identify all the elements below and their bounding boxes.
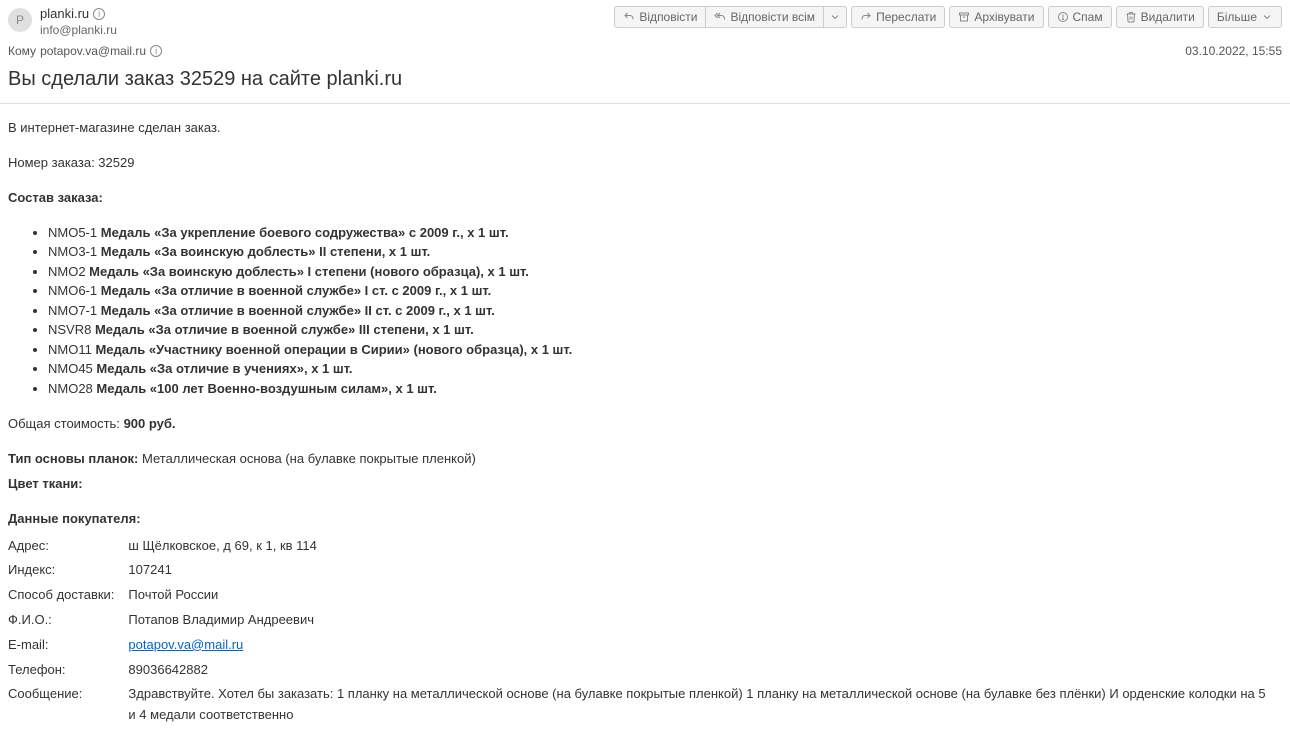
list-item: NMO5-1 Медаль «За укрепление боевого сод… [48, 223, 1282, 243]
spam-button[interactable]: Спам [1048, 6, 1112, 28]
order-number: Номер заказа: 32529 [8, 153, 1282, 174]
buyer-row-fio: Ф.И.О.: Потапов Владимир Андреевич [8, 608, 1282, 633]
email-datetime: 03.10.2022, 15:55 [1185, 44, 1282, 58]
forward-icon [860, 11, 872, 23]
buyer-table: Адрес: ш Щёлковское, д 69, к 1, кв 114 И… [8, 534, 1282, 728]
total-line: Общая стоимость: 900 руб. [8, 414, 1282, 435]
chevron-down-icon [1261, 11, 1273, 23]
fabric-line: Цвет ткани: [8, 474, 1282, 495]
archive-button[interactable]: Архівувати [949, 6, 1043, 28]
base-type-line: Тип основы планок: Металлическая основа … [8, 449, 1282, 470]
buyer-row-index: Индекс: 107241 [8, 558, 1282, 583]
list-item: NMO3-1 Медаль «За воинскую доблесть» II … [48, 242, 1282, 262]
list-item: NMO11 Медаль «Участнику военной операции… [48, 340, 1282, 360]
forward-button[interactable]: Переслати [851, 6, 945, 28]
reply-all-icon [714, 11, 726, 23]
archive-icon [958, 11, 970, 23]
meta-row: Кому potapov.va@mail.ru i 03.10.2022, 15… [0, 42, 1290, 64]
sender-name: planki.ru i [40, 6, 105, 23]
buyer-email-link[interactable]: potapov.va@mail.ru [128, 637, 243, 652]
list-item: NMO28 Медаль «100 лет Военно-воздушным с… [48, 379, 1282, 399]
buyer-row-message: Сообщение: Здравствуйте. Хотел бы заказа… [8, 682, 1282, 728]
list-item: NMO6-1 Медаль «За отличие в военной служ… [48, 281, 1282, 301]
to-email: potapov.va@mail.ru [40, 44, 146, 58]
buyer-row-address: Адрес: ш Щёлковское, д 69, к 1, кв 114 [8, 534, 1282, 559]
buyer-row-email: E-mail: potapov.va@mail.ru [8, 633, 1282, 658]
order-list: NMO5-1 Медаль «За укрепление боевого сод… [8, 223, 1282, 399]
reply-all-button[interactable]: Відповісти всім [705, 6, 824, 28]
reply-button[interactable]: Відповісти [614, 6, 706, 28]
chevron-down-icon [829, 11, 841, 23]
info-icon[interactable]: i [150, 45, 162, 57]
buyer-row-phone: Телефон: 89036642882 [8, 658, 1282, 683]
trash-icon [1125, 11, 1137, 23]
email-header: P planki.ru i info@planki.ru Відповісти … [0, 0, 1290, 42]
delete-button[interactable]: Видалити [1116, 6, 1204, 28]
composition-label: Состав заказа: [8, 188, 1282, 209]
sender-email: info@planki.ru [40, 23, 117, 39]
reply-dropdown-button[interactable] [823, 6, 847, 28]
info-icon[interactable]: i [93, 8, 105, 20]
buyer-title: Данные покупателя: [8, 509, 1282, 530]
list-item: NMO7-1 Медаль «За отличие в военной служ… [48, 301, 1282, 321]
to-label: Кому [8, 44, 36, 58]
list-item: NMO2 Медаль «За воинскую доблесть» I сте… [48, 262, 1282, 282]
buyer-row-delivery: Способ доставки: Почтой России [8, 583, 1282, 608]
email-body: В интернет-магазине сделан заказ. Номер … [0, 104, 1290, 735]
spam-icon [1057, 11, 1069, 23]
list-item: NSVR8 Медаль «За отличие в военной служб… [48, 320, 1282, 340]
more-button[interactable]: Більше [1208, 6, 1282, 28]
email-subject: Вы сделали заказ 32529 на сайте planki.r… [0, 64, 1290, 104]
intro-text: В интернет-магазине сделан заказ. [8, 118, 1282, 139]
reply-icon [623, 11, 635, 23]
to-line: Кому potapov.va@mail.ru i [8, 44, 162, 58]
list-item: NMO45 Медаль «За отличие в учениях», х 1… [48, 359, 1282, 379]
sender-block: P planki.ru i info@planki.ru [8, 6, 117, 38]
toolbar: Відповісти Відповісти всім Переслати Арх… [614, 6, 1282, 28]
avatar: P [8, 8, 32, 32]
